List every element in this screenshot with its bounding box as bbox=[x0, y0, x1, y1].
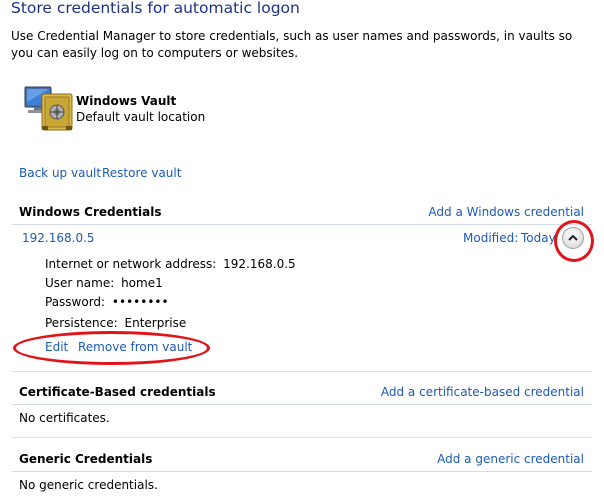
username-label: User name: bbox=[45, 276, 115, 290]
password-row: Password: •••••••• bbox=[45, 295, 169, 309]
password-label: Password: bbox=[45, 295, 106, 309]
section-separator bbox=[12, 371, 592, 372]
no-generic-credentials-text: No generic credentials. bbox=[19, 478, 158, 492]
windows-credentials-title: Windows Credentials bbox=[19, 205, 162, 219]
username-row: User name: home1 bbox=[45, 276, 163, 290]
certificate-credentials-title: Certificate-Based credentials bbox=[19, 385, 216, 399]
password-value: •••••••• bbox=[111, 295, 169, 309]
no-certificates-text: No certificates. bbox=[19, 411, 110, 425]
add-windows-credential-link[interactable]: Add a Windows credential bbox=[428, 205, 584, 219]
chevron-up-icon bbox=[568, 231, 578, 245]
edit-credential-link[interactable]: Edit bbox=[45, 340, 68, 354]
section-divider bbox=[12, 471, 592, 472]
section-divider bbox=[12, 224, 592, 225]
page-title: Store credentials for automatic logon bbox=[11, 0, 300, 17]
address-row: Internet or network address: 192.168.0.5 bbox=[45, 257, 296, 271]
section-separator bbox=[12, 437, 592, 438]
credential-entry-name[interactable]: 192.168.0.5 bbox=[22, 231, 95, 245]
persistence-label: Persistence: bbox=[45, 316, 118, 330]
page-description: Use Credential Manager to store credenti… bbox=[11, 29, 573, 60]
persistence-value: Enterprise bbox=[124, 316, 187, 330]
vault-safe-icon bbox=[22, 82, 74, 132]
add-certificate-credential-link[interactable]: Add a certificate-based credential bbox=[381, 385, 584, 399]
modified-value: Today bbox=[521, 231, 556, 245]
persistence-row: Persistence: Enterprise bbox=[45, 316, 186, 330]
back-up-vault-link[interactable]: Back up vault bbox=[19, 166, 101, 180]
modified-label: Modified: bbox=[463, 231, 519, 245]
collapse-credential-button[interactable] bbox=[562, 227, 584, 249]
add-generic-credential-link[interactable]: Add a generic credential bbox=[437, 452, 584, 466]
remove-from-vault-link[interactable]: Remove from vault bbox=[78, 340, 192, 354]
generic-credentials-title: Generic Credentials bbox=[19, 452, 153, 466]
section-divider bbox=[12, 404, 592, 405]
restore-vault-link[interactable]: Restore vault bbox=[102, 166, 181, 180]
username-value: home1 bbox=[121, 276, 163, 290]
vault-name: Windows Vault bbox=[76, 94, 177, 108]
vault-location: Default vault location bbox=[76, 110, 206, 124]
address-label: Internet or network address: bbox=[45, 257, 217, 271]
address-value: 192.168.0.5 bbox=[223, 257, 296, 271]
